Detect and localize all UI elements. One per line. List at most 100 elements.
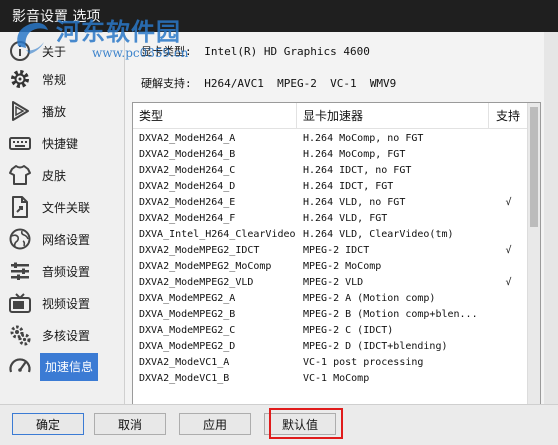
cell-accelerator: H.264 MoComp, FGT — [303, 149, 406, 160]
cell-supported: √ — [505, 245, 512, 256]
title-bar: 影音设置 选项 — [0, 0, 558, 32]
cell-supported — [489, 227, 528, 243]
table-row[interactable]: DXVA2_ModeH264_A H.264 MoComp, no FGT — [133, 131, 528, 147]
cell-accelerator: MPEG-2 B (Motion comp+blen... — [303, 309, 478, 320]
cell-accelerator: H.264 MoComp, no FGT — [303, 133, 424, 144]
sidebar-item-hotkeys[interactable]: 快捷键 — [6, 128, 118, 158]
cell-supported — [489, 147, 528, 163]
table-row[interactable]: DXVA2_ModeMPEG2_VLD MPEG-2 VLD √ — [133, 275, 528, 291]
globe-icon — [9, 228, 31, 250]
sidebar-item-label: 快捷键 — [42, 137, 79, 151]
content-area: 关于 常规 播放 快捷键 皮肤 文件关联 网络设置 音频设置 视频设置 多核设置… — [0, 32, 558, 406]
cell-type: DXVA_ModeMPEG2_D — [139, 341, 236, 352]
sidebar-item-file-association[interactable]: 文件关联 — [6, 192, 118, 222]
sidebar-item-video[interactable]: 视频设置 — [6, 288, 118, 318]
sidebar-item-label: 网络设置 — [42, 233, 91, 247]
cell-accelerator: H.264 VLD, ClearVideo(tm) — [303, 229, 454, 240]
cell-type: DXVA_ModeMPEG2_B — [139, 309, 236, 320]
table-row[interactable]: DXVA_Intel_H264_ClearVideo H.264 VLD, Cl… — [133, 227, 528, 243]
cell-accelerator: H.264 IDCT, FGT — [303, 181, 394, 192]
sidebar-item-acceleration-info[interactable]: 加速信息 — [6, 352, 118, 382]
cell-type: DXVA2_ModeVC1_B — [139, 373, 230, 384]
table-row[interactable]: DXVA2_ModeH264_D H.264 IDCT, FGT — [133, 179, 528, 195]
column-header-accelerator[interactable]: 显卡加速器 — [297, 103, 489, 129]
cell-accelerator: MPEG-2 IDCT — [303, 245, 370, 256]
cell-type: DXVA_ModeMPEG2_A — [139, 293, 236, 304]
audio-icon — [11, 262, 29, 280]
cell-accelerator: VC-1 MoComp — [303, 373, 370, 384]
column-header-type[interactable]: 类型 — [133, 103, 297, 129]
cell-accelerator: MPEG-2 C (IDCT) — [303, 325, 394, 336]
cell-accelerator: MPEG-2 MoComp — [303, 261, 382, 272]
cell-type: DXVA2_ModeMPEG2_VLD — [139, 277, 254, 288]
table-row[interactable]: DXVA_ModeMPEG2_C MPEG-2 C (IDCT) — [133, 323, 528, 339]
scrollbar-thumb[interactable] — [530, 107, 538, 227]
cell-supported — [489, 291, 528, 307]
window-edge — [544, 32, 558, 404]
cell-accelerator: MPEG-2 A (Motion comp) — [303, 293, 436, 304]
table-row[interactable]: DXVA2_ModeVC1_A VC-1 post processing — [133, 355, 528, 371]
cell-accelerator: MPEG-2 VLD — [303, 277, 364, 288]
hw-decode-label: 硬解支持: — [141, 77, 192, 90]
acceleration-info-panel: 显卡类型: Intel(R) HD Graphics 4600 硬解支持: H2… — [127, 32, 558, 406]
sidebar-item-audio[interactable]: 音频设置 — [6, 256, 118, 286]
table-scrollbar[interactable] — [527, 103, 540, 405]
cell-accelerator: H.264 IDCT, no FGT — [303, 165, 412, 176]
cell-supported: √ — [505, 277, 512, 288]
gear-icon — [11, 70, 29, 88]
ok-button[interactable]: 确定 — [12, 413, 84, 435]
gpu-type-label: 显卡类型: — [141, 45, 192, 58]
cell-type: DXVA2_ModeH264_B — [139, 149, 236, 160]
default-button[interactable]: 默认值 — [264, 413, 336, 435]
window-title: 影音设置 选项 — [12, 9, 101, 25]
table-row[interactable]: DXVA2_ModeMPEG2_MoComp MPEG-2 MoComp — [133, 259, 528, 275]
sidebar-item-label: 音频设置 — [42, 265, 91, 279]
hw-decode-row: 硬解支持: H264/AVC1 MPEG-2 VC-1 WMV9 — [141, 75, 396, 91]
cell-accelerator: VC-1 post processing — [303, 357, 424, 368]
cell-supported — [489, 211, 528, 227]
cell-type: DXVA2_ModeH264_E — [139, 197, 236, 208]
cancel-button[interactable]: 取消 — [94, 413, 166, 435]
cell-type: DXVA2_ModeH264_D — [139, 181, 236, 192]
cell-supported — [489, 339, 528, 355]
table-row[interactable]: DXVA2_ModeMPEG2_IDCT MPEG-2 IDCT √ — [133, 243, 528, 259]
apply-button[interactable]: 应用 — [179, 413, 251, 435]
decoder-table: 类型 显卡加速器 支持 DXVA2_ModeH264_A H.264 MoCom… — [132, 102, 541, 406]
cell-supported — [489, 355, 528, 371]
file-link-icon — [12, 196, 28, 218]
table-row[interactable]: DXVA2_ModeH264_F H.264 VLD, FGT — [133, 211, 528, 227]
table-row[interactable]: DXVA2_ModeVC1_B VC-1 MoComp — [133, 371, 528, 387]
sidebar-item-about[interactable]: 关于 — [6, 36, 118, 66]
shirt-icon — [9, 165, 31, 185]
table-row[interactable]: DXVA_ModeMPEG2_A MPEG-2 A (Motion comp) — [133, 291, 528, 307]
cell-type: DXVA2_ModeH264_A — [139, 133, 236, 144]
sidebar-item-playback[interactable]: 播放 — [6, 96, 118, 126]
sidebar-item-label: 关于 — [42, 45, 67, 59]
keyboard-icon — [9, 137, 31, 150]
table-row[interactable]: DXVA2_ModeH264_C H.264 IDCT, no FGT — [133, 163, 528, 179]
table-row[interactable]: DXVA2_ModeH264_B H.264 MoComp, FGT — [133, 147, 528, 163]
cell-accelerator: H.264 VLD, FGT — [303, 213, 388, 224]
cell-supported: √ — [505, 197, 512, 208]
cpu-icon — [10, 325, 31, 346]
sidebar-item-label: 常规 — [42, 73, 67, 87]
column-header-supported[interactable]: 支持 — [489, 103, 528, 129]
sidebar-item-network[interactable]: 网络设置 — [6, 224, 118, 254]
cell-type: DXVA2_ModeMPEG2_MoComp — [139, 261, 272, 272]
sidebar-item-label: 视频设置 — [42, 297, 91, 311]
sidebar-item-general[interactable]: 常规 — [6, 64, 118, 94]
table-row[interactable]: DXVA_ModeMPEG2_D MPEG-2 D (IDCT+blending… — [133, 339, 528, 355]
cell-type: DXVA2_ModeVC1_A — [139, 357, 230, 368]
cell-supported — [489, 323, 528, 339]
table-row[interactable]: DXVA_ModeMPEG2_B MPEG-2 B (Motion comp+b… — [133, 307, 528, 323]
sidebar-item-multicore[interactable]: 多核设置 — [6, 320, 118, 350]
gpu-type-value: Intel(R) HD Graphics 4600 — [204, 45, 370, 58]
table-row[interactable]: DXVA2_ModeH264_E H.264 VLD, no FGT √ — [133, 195, 528, 211]
cell-supported — [489, 371, 528, 387]
cell-type: DXVA_ModeMPEG2_C — [139, 325, 236, 336]
cell-accelerator: MPEG-2 D (IDCT+blending) — [303, 341, 448, 352]
cell-supported — [489, 259, 528, 275]
cell-accelerator: H.264 VLD, no FGT — [303, 197, 406, 208]
cell-type: DXVA_Intel_H264_ClearVideo — [139, 229, 296, 240]
sidebar-item-skin[interactable]: 皮肤 — [6, 160, 118, 190]
